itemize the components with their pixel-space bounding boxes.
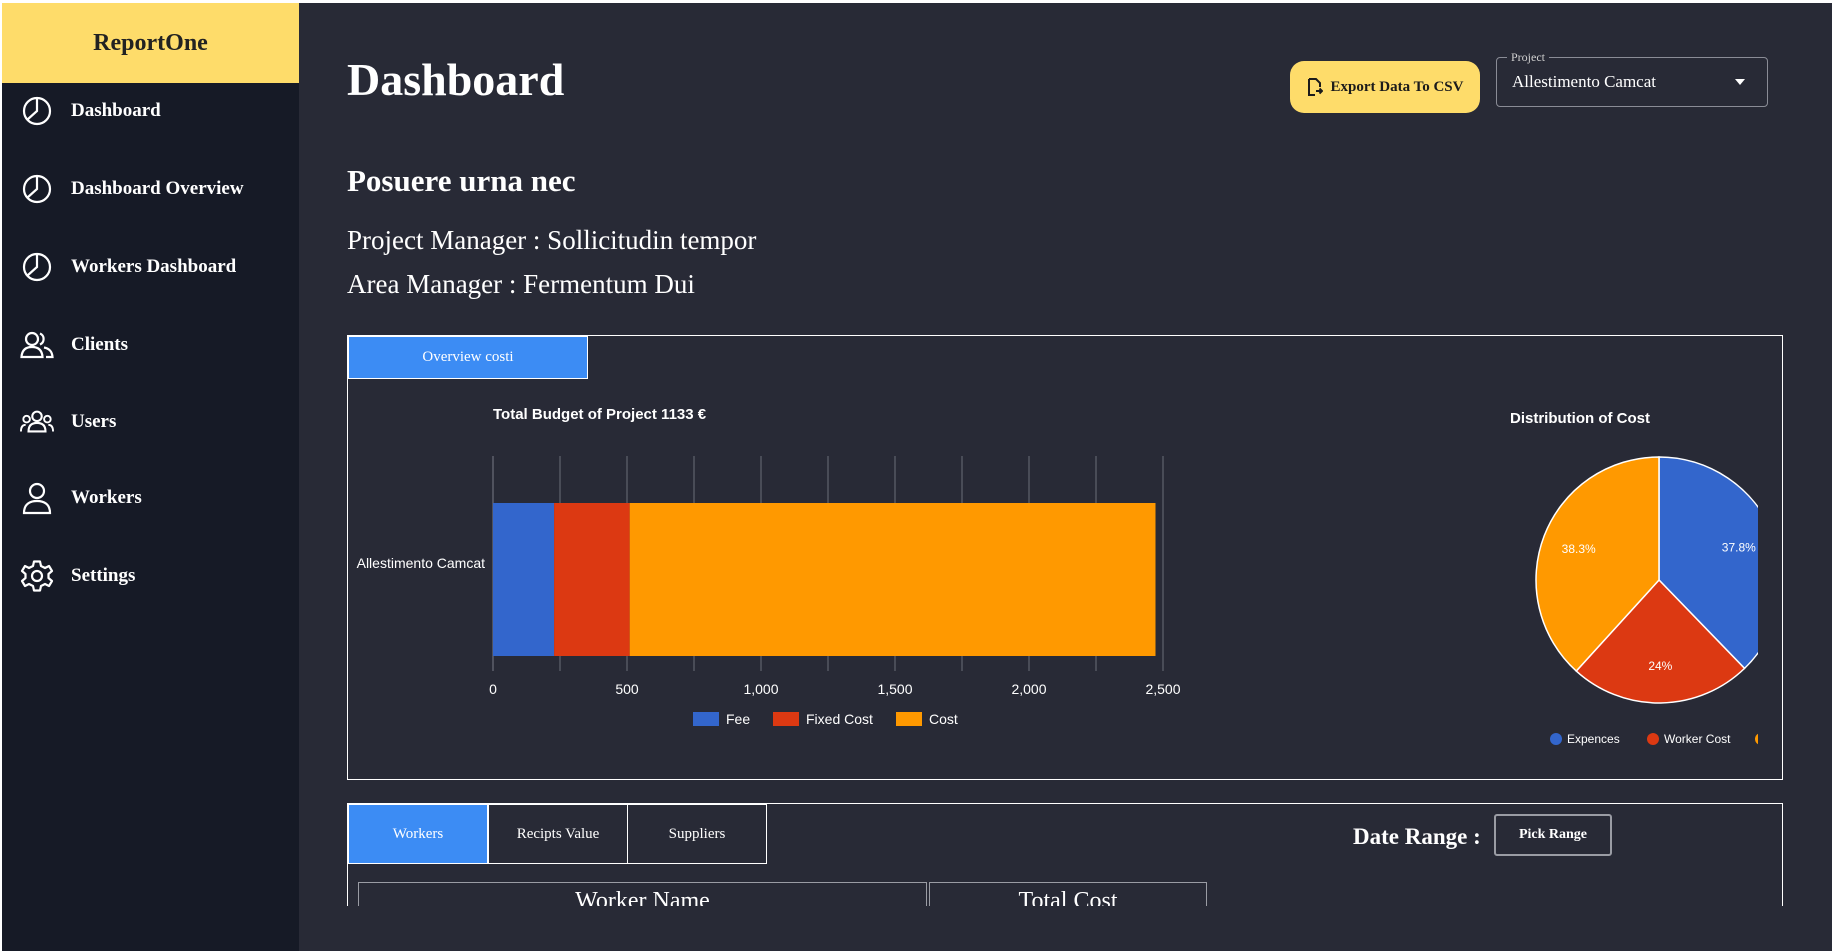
legend-swatch <box>1550 733 1562 745</box>
pie-data-label: 24% <box>1648 659 1672 673</box>
pie-chart-icon <box>20 94 54 128</box>
pie-chart-icon <box>20 172 54 206</box>
legend-swatch <box>693 712 719 726</box>
legend-swatch <box>896 712 922 726</box>
project-name: Posuere urna nec <box>347 163 576 198</box>
caret-down-icon <box>1735 79 1745 85</box>
chart-title: Total Budget of Project 1133 € <box>493 406 707 423</box>
bar-fixed-cost <box>554 503 630 656</box>
category-label: Allestimento Camcat <box>357 555 485 571</box>
x-tick-label: 1,500 <box>877 681 912 697</box>
legend-label: Cost <box>929 711 958 727</box>
group-icon <box>20 405 54 439</box>
bar-cost <box>629 503 1156 656</box>
legend-label: Expences <box>1567 732 1620 746</box>
legend-swatch <box>1755 733 1758 745</box>
sidebar-item-dashboard[interactable]: Dashboard <box>20 91 161 131</box>
gear-icon <box>20 559 54 593</box>
sidebar: ReportOne Dashboard Dashboard Overview W… <box>0 3 299 951</box>
date-range-label: Date Range : <box>1353 824 1481 849</box>
sidebar-item-settings[interactable]: Settings <box>20 556 135 596</box>
project-select-value: Allestimento Camcat <box>1512 72 1656 91</box>
sidebar-item-dashboard-overview[interactable]: Dashboard Overview <box>20 169 244 209</box>
export-csv-button[interactable]: Export Data To CSV <box>1290 61 1480 113</box>
x-tick-label: 0 <box>489 681 497 697</box>
sidebar-item-workers-dashboard[interactable]: Workers Dashboard <box>20 247 236 287</box>
main-content: Dashboard Export Data To CSV Project All… <box>299 3 1832 951</box>
sidebar-item-label: Workers <box>71 487 142 508</box>
sidebar-item-clients[interactable]: Clients <box>20 325 128 365</box>
budget-bar-chart: Total Budget of Project 1133 € 0 500 1,000 1… <box>357 406 1181 727</box>
bar-fee <box>493 503 555 656</box>
details-panel: Workers Recipts Value Suppliers Date Ran… <box>347 803 1783 906</box>
column-header-total-cost[interactable]: Total Cost <box>929 882 1207 906</box>
project-manager: Project Manager : Sollicitudin tempor <box>347 225 757 255</box>
sidebar-item-label: Dashboard Overview <box>71 178 244 199</box>
legend-label: Worker Cost <box>1664 732 1731 746</box>
cost-pie-chart: Distribution of Cost 37.8% 24% 38.3% Expence… <box>1510 410 1758 746</box>
pie-data-label: 37.8% <box>1722 541 1756 555</box>
legend-label: Fixed Cost <box>806 711 873 727</box>
tab-suppliers[interactable]: Suppliers <box>627 804 767 864</box>
pie-data-label: 38.3% <box>1562 542 1596 556</box>
sidebar-item-label: Workers Dashboard <box>71 256 237 277</box>
legend-swatch <box>773 712 799 726</box>
people-icon <box>20 328 54 362</box>
page-title: Dashboard <box>347 54 565 105</box>
sidebar-item-label: Dashboard <box>71 100 161 121</box>
tab-workers[interactable]: Workers <box>348 804 488 864</box>
project-select-label: Project <box>1507 50 1549 65</box>
x-tick-label: 500 <box>615 681 639 697</box>
x-tick-label: 2,500 <box>1145 681 1180 697</box>
chart-title: Distribution of Cost <box>1510 410 1650 427</box>
legend-swatch <box>1647 733 1659 745</box>
person-icon <box>20 481 54 515</box>
overview-panel: Overview costi Total Budget of Project 1… <box>347 335 1783 780</box>
pie-chart-icon <box>20 250 54 284</box>
legend-label: Fee <box>726 711 750 727</box>
pick-range-button[interactable]: Pick Range <box>1494 814 1612 856</box>
tab-overview-costi[interactable]: Overview costi <box>348 336 588 379</box>
export-label: Export Data To CSV <box>1330 78 1464 95</box>
sidebar-item-label: Settings <box>71 565 136 586</box>
tab-recipts-value[interactable]: Recipts Value <box>488 804 628 864</box>
x-tick-label: 2,000 <box>1011 681 1046 697</box>
sidebar-item-workers[interactable]: Workers <box>20 478 142 518</box>
sidebar-item-label: Users <box>71 411 117 432</box>
file-export-icon <box>1307 78 1323 96</box>
x-tick-label: 1,000 <box>743 681 778 697</box>
sidebar-item-label: Clients <box>71 334 128 355</box>
brand-logo[interactable]: ReportOne <box>2 3 299 83</box>
column-header-worker-name[interactable]: Worker Name <box>358 882 927 906</box>
area-manager: Area Manager : Fermentum Dui <box>347 269 695 299</box>
sidebar-item-users[interactable]: Users <box>20 402 116 442</box>
project-select[interactable]: Project Allestimento Camcat <box>1496 50 1768 107</box>
